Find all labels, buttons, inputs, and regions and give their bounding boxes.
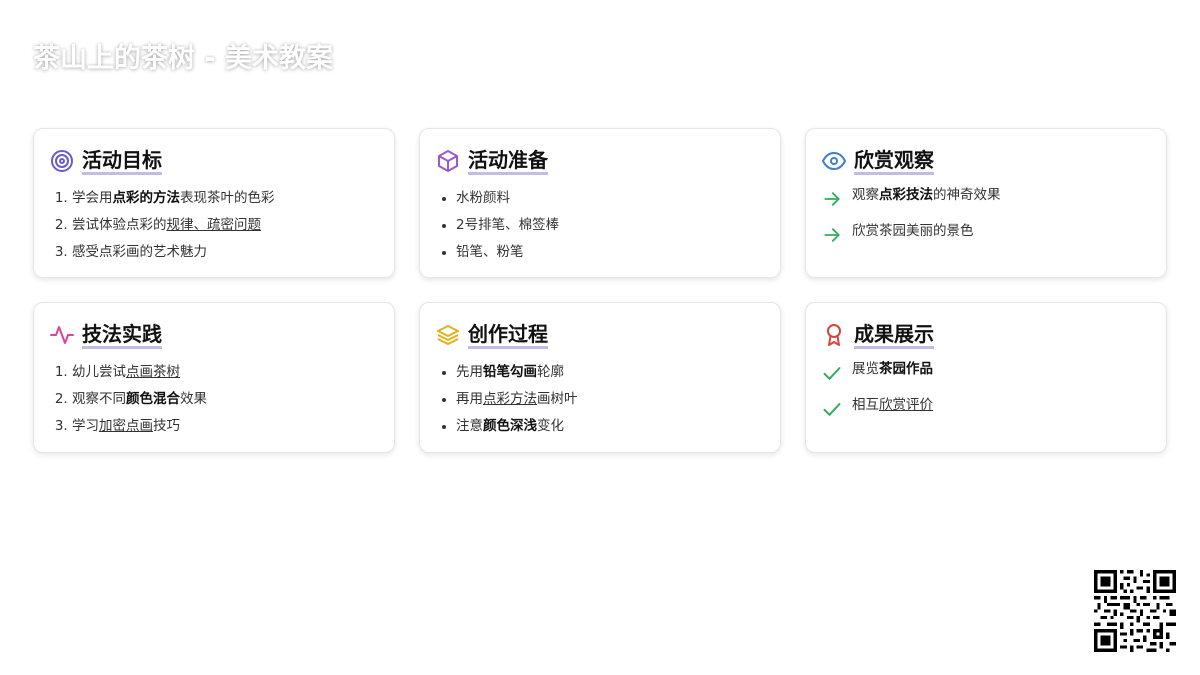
card-title: 活动目标: [82, 148, 162, 175]
observe-list: 观察点彩技法的神奇效果 欣赏茶园美丽的景色: [822, 185, 1150, 257]
list-item: 2号排笔、棉签棒: [456, 212, 764, 239]
list-item: 欣赏茶园美丽的景色: [822, 221, 1150, 257]
card-title: 成果展示: [854, 322, 934, 349]
award-icon: [822, 323, 846, 347]
card-practice: 技法实践 幼儿尝试点画茶树 观察不同颜色混合效果 学习加密点画技巧: [33, 302, 395, 453]
list-item: 注意颜色深浅变化: [456, 413, 764, 440]
check-icon: [822, 399, 844, 421]
card-create: 创作过程 先用铅笔勾画轮廓 再用点彩方法画树叶 注意颜色深浅变化: [419, 302, 781, 453]
card-goals: 活动目标 学会用点彩的方法表现茶叶的色彩 尝试体验点彩的规律、疏密问题 感受点彩…: [33, 128, 395, 278]
arrow-right-icon: [822, 225, 844, 247]
list-item: 学习加密点画技巧: [72, 413, 378, 440]
list-item: 展览茶园作品: [822, 359, 1150, 395]
result-list: 展览茶园作品 相互欣赏评价: [822, 359, 1150, 431]
activity-icon: [50, 323, 74, 347]
create-list: 先用铅笔勾画轮廓 再用点彩方法画树叶 注意颜色深浅变化: [436, 359, 764, 440]
list-item: 幼儿尝试点画茶树: [72, 359, 378, 386]
list-item: 相互欣赏评价: [822, 395, 1150, 431]
card-title: 创作过程: [468, 322, 548, 349]
cube-icon: [436, 149, 460, 173]
card-title: 技法实践: [82, 322, 162, 349]
list-item: 尝试体验点彩的规律、疏密问题: [72, 212, 378, 239]
list-item: 感受点彩画的艺术魅力: [72, 239, 378, 266]
list-item: 先用铅笔勾画轮廓: [456, 359, 764, 386]
practice-list: 幼儿尝试点画茶树 观察不同颜色混合效果 学习加密点画技巧: [50, 359, 378, 440]
card-title: 欣赏观察: [854, 148, 934, 175]
list-item: 观察不同颜色混合效果: [72, 386, 378, 413]
check-icon: [822, 363, 844, 385]
goals-list: 学会用点彩的方法表现茶叶的色彩 尝试体验点彩的规律、疏密问题 感受点彩画的艺术魅…: [50, 185, 378, 266]
list-item: 水粉颜料: [456, 185, 764, 212]
list-item: 铅笔、粉笔: [456, 239, 764, 266]
target-icon: [50, 149, 74, 173]
card-title: 活动准备: [468, 148, 548, 175]
card-observe: 欣赏观察 观察点彩技法的神奇效果 欣赏茶园美丽的景色: [805, 128, 1167, 278]
card-result: 成果展示 展览茶园作品 相互欣赏评价: [805, 302, 1167, 453]
prep-list: 水粉颜料 2号排笔、棉签棒 铅笔、粉笔: [436, 185, 764, 266]
list-item: 学会用点彩的方法表现茶叶的色彩: [72, 185, 378, 212]
layers-icon: [436, 323, 460, 347]
card-prep: 活动准备 水粉颜料 2号排笔、棉签棒 铅笔、粉笔: [419, 128, 781, 278]
qr-code-icon: [1094, 570, 1176, 652]
list-item: 再用点彩方法画树叶: [456, 386, 764, 413]
page-title: 茶山上的茶树 - 美术教案: [33, 43, 334, 74]
list-item: 观察点彩技法的神奇效果: [822, 185, 1150, 221]
eye-icon: [822, 149, 846, 173]
arrow-right-icon: [822, 189, 844, 211]
